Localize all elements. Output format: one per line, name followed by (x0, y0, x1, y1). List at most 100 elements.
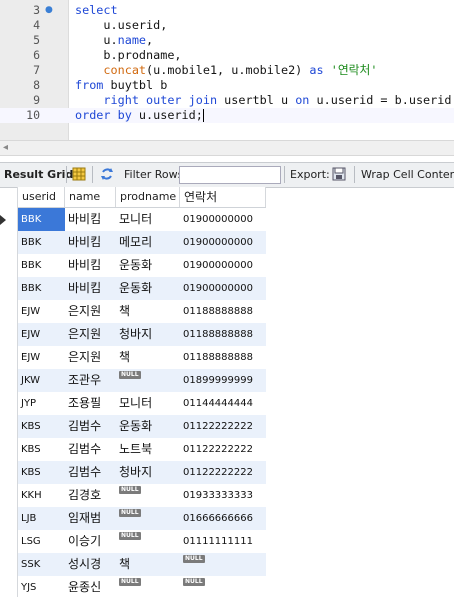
cell-contact[interactable]: 01900000000 (180, 254, 266, 277)
cell-name[interactable]: 김경호 (65, 484, 116, 507)
code-line[interactable]: 5 u.name, (0, 33, 454, 48)
cell-userid[interactable]: JYP (18, 392, 65, 415)
cell-prodname[interactable]: NULL (116, 484, 180, 507)
table-row[interactable]: JKW 조관우 NULL 01899999999 (18, 369, 266, 392)
cell-prodname[interactable]: 운동화 (116, 415, 180, 438)
cell-contact[interactable]: 01900000000 (180, 231, 266, 254)
cell-name[interactable]: 은지원 (65, 346, 116, 369)
cell-userid[interactable]: KBS (18, 415, 65, 438)
export-icon[interactable] (332, 167, 346, 181)
code-text[interactable]: u.userid, (75, 18, 167, 33)
grid-view-icon[interactable] (72, 167, 86, 181)
code-text[interactable]: right outer join usertbl u on u.userid =… (75, 93, 451, 108)
cell-userid[interactable]: EJW (18, 346, 65, 369)
cell-name[interactable]: 조관우 (65, 369, 116, 392)
cell-prodname[interactable]: 운동화 (116, 254, 180, 277)
table-row[interactable]: EJW 은지원 책 01188888888 (18, 346, 266, 369)
cell-contact[interactable]: 01111111111 (180, 530, 266, 553)
table-row[interactable]: EJW 은지원 책 01188888888 (18, 300, 266, 323)
cell-userid[interactable]: JKW (18, 369, 65, 392)
code-text[interactable]: order by u.userid; (75, 108, 204, 123)
cell-name[interactable]: 윤종신 (65, 576, 116, 599)
table-row[interactable]: BBK 바비킴 운동화 01900000000 (18, 277, 266, 300)
cell-userid[interactable]: EJW (18, 323, 65, 346)
code-text[interactable]: from buytbl b (75, 78, 167, 93)
cell-userid[interactable]: SSK (18, 553, 65, 576)
editor-horizontal-scrollbar[interactable]: ◂ (0, 140, 454, 156)
code-text[interactable]: select (75, 3, 118, 18)
cell-prodname[interactable]: NULL (116, 507, 180, 530)
cell-contact[interactable]: 01899999999 (180, 369, 266, 392)
cell-userid[interactable]: YJS (18, 576, 65, 599)
cell-prodname[interactable]: 청바지 (116, 323, 180, 346)
cell-userid[interactable]: LSG (18, 530, 65, 553)
code-line[interactable]: 4 u.userid, (0, 18, 454, 33)
table-row[interactable]: BBK 바비킴 메모리 01900000000 (18, 231, 266, 254)
cell-name[interactable]: 바비킴 (65, 208, 116, 231)
cell-name[interactable]: 은지원 (65, 300, 116, 323)
cell-name[interactable]: 은지원 (65, 323, 116, 346)
cell-name[interactable]: 김범수 (65, 415, 116, 438)
code-line[interactable]: 6 b.prodname, (0, 48, 454, 63)
table-row[interactable]: BBK 바비킴 모니터 01900000000 (18, 208, 266, 231)
code-line[interactable]: 10 order by u.userid; (0, 108, 454, 123)
cell-userid[interactable]: LJB (18, 507, 65, 530)
cell-contact[interactable]: 01188888888 (180, 323, 266, 346)
filter-rows-input[interactable] (179, 166, 281, 184)
cell-contact[interactable]: 01122222222 (180, 415, 266, 438)
cell-prodname[interactable]: 모니터 (116, 208, 180, 231)
cell-prodname[interactable]: 청바지 (116, 461, 180, 484)
cell-contact[interactable]: 01900000000 (180, 277, 266, 300)
cell-contact[interactable]: 01900000000 (180, 208, 266, 231)
cell-userid[interactable]: KBS (18, 461, 65, 484)
cell-prodname[interactable]: 책 (116, 300, 180, 323)
cell-userid[interactable]: BBK (18, 208, 65, 231)
cell-name[interactable]: 임재범 (65, 507, 116, 530)
cell-contact[interactable]: 01122222222 (180, 461, 266, 484)
code-line[interactable]: 8 from buytbl b (0, 78, 454, 93)
code-line[interactable]: 3 ● select (0, 3, 454, 18)
column-header-contact[interactable]: 연락처 (180, 187, 266, 207)
cell-name[interactable]: 성시경 (65, 553, 116, 576)
cell-name[interactable]: 바비킴 (65, 277, 116, 300)
cell-name[interactable]: 이승기 (65, 530, 116, 553)
table-row[interactable]: KBS 김범수 운동화 01122222222 (18, 415, 266, 438)
table-row[interactable]: LJB 임재범 NULL 01666666666 (18, 507, 266, 530)
table-row[interactable]: KKH 김경호 NULL 01933333333 (18, 484, 266, 507)
cell-prodname[interactable]: NULL (116, 576, 180, 599)
cell-prodname[interactable]: 운동화 (116, 277, 180, 300)
cell-name[interactable]: 김범수 (65, 461, 116, 484)
cell-userid[interactable]: BBK (18, 231, 65, 254)
cell-contact[interactable]: 01144444444 (180, 392, 266, 415)
cell-prodname[interactable]: 책 (116, 346, 180, 369)
table-row[interactable]: LSG 이승기 NULL 01111111111 (18, 530, 266, 553)
table-row[interactable]: KBS 김범수 청바지 01122222222 (18, 461, 266, 484)
sql-editor[interactable]: 3 ● select 4 u.userid, 5 u.name, 6 b.prodname… (0, 0, 454, 140)
cell-contact[interactable]: 01122222222 (180, 438, 266, 461)
cell-prodname[interactable]: 메모리 (116, 231, 180, 254)
cell-contact[interactable]: 01188888888 (180, 300, 266, 323)
code-text[interactable]: b.prodname, (75, 48, 181, 63)
column-header-userid[interactable]: userid (18, 187, 65, 207)
table-row[interactable]: SSK 성시경 책 NULL (18, 553, 266, 576)
wrap-cell-content-label[interactable]: Wrap Cell Content: (361, 168, 454, 181)
table-row[interactable]: JYP 조용필 모니터 01144444444 (18, 392, 266, 415)
code-line[interactable]: 9 right outer join usertbl u on u.userid… (0, 93, 454, 108)
code-text[interactable]: concat(u.mobile1, u.mobile2) as '연락처' (75, 63, 377, 78)
cell-name[interactable]: 바비킴 (65, 231, 116, 254)
table-row[interactable]: YJS 윤종신 NULL NULL (18, 576, 266, 599)
cell-prodname[interactable]: NULL (116, 369, 180, 392)
code-text[interactable]: u.name, (75, 33, 153, 48)
cell-contact[interactable]: NULL (180, 576, 266, 599)
cell-userid[interactable]: KKH (18, 484, 65, 507)
table-row[interactable]: BBK 바비킴 운동화 01900000000 (18, 254, 266, 277)
cell-contact[interactable]: 01188888888 (180, 346, 266, 369)
cell-name[interactable]: 김범수 (65, 438, 116, 461)
column-header-name[interactable]: name (65, 187, 116, 207)
cell-userid[interactable]: EJW (18, 300, 65, 323)
scroll-left-icon[interactable]: ◂ (3, 142, 8, 153)
cell-name[interactable]: 조용필 (65, 392, 116, 415)
cell-prodname[interactable]: 노트북 (116, 438, 180, 461)
cell-userid[interactable]: BBK (18, 254, 65, 277)
cell-prodname[interactable]: NULL (116, 530, 180, 553)
